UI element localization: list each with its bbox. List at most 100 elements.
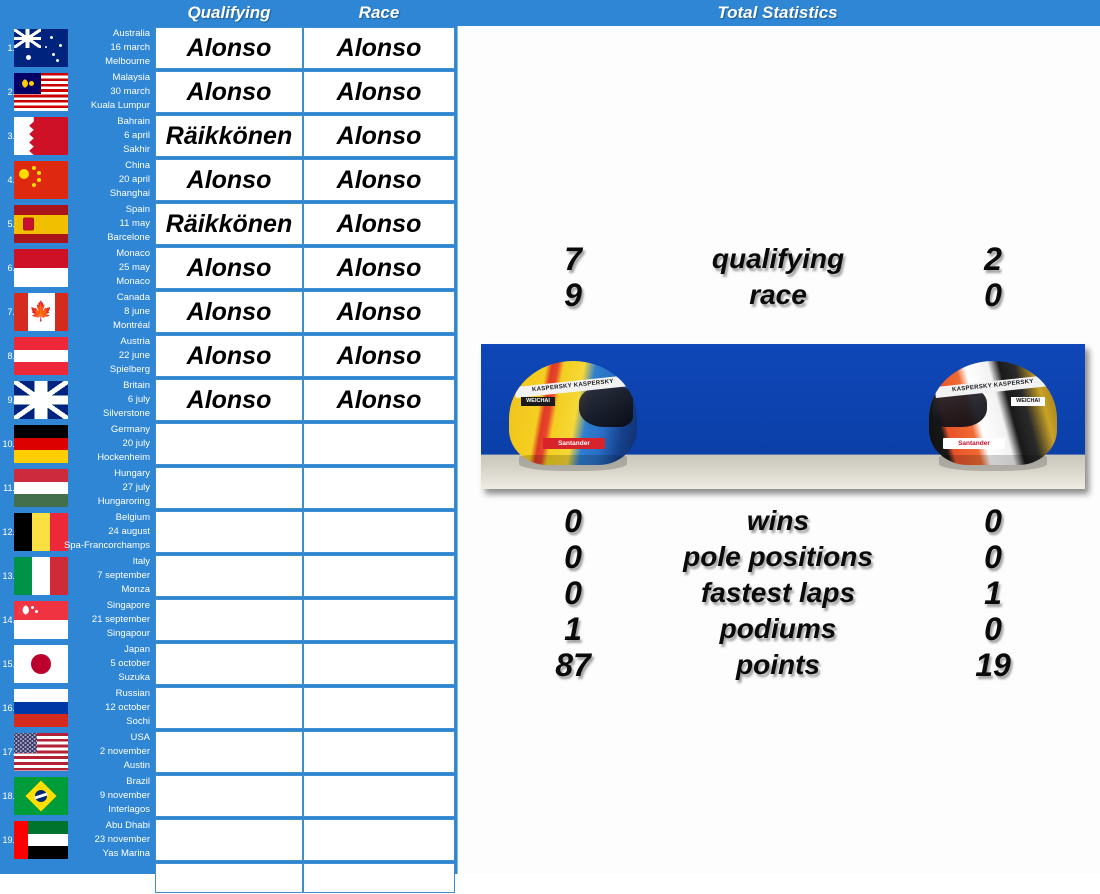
- gp-date: 22 june: [118, 350, 150, 361]
- raikkonen-value: 0: [984, 611, 1002, 647]
- qualifying-result[interactable]: Alonso: [155, 159, 303, 201]
- stat-label: points: [736, 649, 820, 680]
- gp-circuit: Sochi: [126, 716, 150, 727]
- flag-brazil: [14, 777, 68, 815]
- country-flag: [14, 733, 68, 771]
- race-result[interactable]: [303, 731, 455, 773]
- qualifying-result[interactable]: [155, 555, 303, 597]
- gp-country: Canada: [116, 292, 150, 303]
- race-result[interactable]: [303, 819, 455, 861]
- qualifying-result[interactable]: Alonso: [155, 27, 303, 69]
- gp-date: 30 march: [110, 86, 150, 97]
- qualifying-result[interactable]: Alonso: [155, 247, 303, 289]
- race-result[interactable]: Alonso: [303, 115, 455, 157]
- qualifying-result[interactable]: [155, 863, 303, 893]
- race-result[interactable]: [303, 423, 455, 465]
- table-row[interactable]: 19. Abu Dhabi 23 november Yas Marina: [0, 818, 457, 862]
- race-result[interactable]: [303, 687, 455, 729]
- race-result[interactable]: Alonso: [303, 247, 455, 289]
- country-flag: [14, 513, 68, 551]
- grand-prix-info: Brazil 9 november Interlagos: [70, 774, 152, 818]
- table-row[interactable]: 1. Australia 16 march Melbourne Alonso Alonso: [0, 26, 457, 70]
- table-row[interactable]: 18. Brazil 9 november Interlagos: [0, 774, 457, 818]
- qualifying-result[interactable]: [155, 775, 303, 817]
- union-jack-canton: [14, 29, 41, 48]
- gp-circuit: Sakhir: [123, 144, 150, 155]
- race-result[interactable]: [303, 511, 455, 553]
- table-row[interactable]: 5. Spain 11 may Barcelone Räikkönen Alonso: [0, 202, 457, 246]
- gp-country: Germany: [110, 424, 150, 435]
- qualifying-result[interactable]: [155, 467, 303, 509]
- table-row[interactable]: 9. Britain 6 july Silverstone Alonso Alonso: [0, 378, 457, 422]
- qualifying-result[interactable]: [155, 423, 303, 465]
- qualifying-result[interactable]: Räikkönen: [155, 115, 303, 157]
- table-row[interactable]: 13. Italy 7 september Monza: [0, 554, 457, 598]
- table-row[interactable]: 10. Germany 20 july Hockenheim: [0, 422, 457, 466]
- race-result[interactable]: [303, 863, 455, 893]
- country-flag: [14, 337, 68, 375]
- total-stat-row: 1 podiums 0: [458, 612, 1100, 646]
- table-row[interactable]: 15. Japan 5 october Suzuka: [0, 642, 457, 686]
- race-result[interactable]: Alonso: [303, 71, 455, 113]
- race-result[interactable]: Alonso: [303, 379, 455, 421]
- gp-date: 27 july: [122, 482, 150, 493]
- qualifying-result[interactable]: Räikkönen: [155, 203, 303, 245]
- grand-prix-info: Bahrain 6 april Sakhir: [70, 114, 152, 158]
- table-row[interactable]: 4. China 20 april Shanghai Alonso Alonso: [0, 158, 457, 202]
- total-stat-row: 87 points 19: [458, 648, 1100, 682]
- qualifying-result[interactable]: [155, 687, 303, 729]
- gp-circuit: Kuala Lumpur: [90, 100, 150, 111]
- race-result[interactable]: [303, 467, 455, 509]
- qualifying-result[interactable]: [155, 819, 303, 861]
- table-row[interactable]: 12. Belgium 24 august Spa-Francorchamps: [0, 510, 457, 554]
- gp-circuit: Hungaroring: [97, 496, 150, 507]
- table-row[interactable]: 2. Malaysia 30 march Kuala Lumpur Alonso Alon…: [0, 70, 457, 114]
- qualifying-result[interactable]: [155, 643, 303, 685]
- table-row[interactable]: 16. Russian 12 october Sochi: [0, 686, 457, 730]
- alonso-helmet-chin: [519, 455, 627, 471]
- raikkonen-value: 1: [984, 575, 1002, 611]
- grand-prix-info: Britain 6 july Silverstone: [70, 378, 152, 422]
- race-result[interactable]: [303, 555, 455, 597]
- gp-country: Britain: [123, 380, 150, 391]
- table-row[interactable]: 3. Bahrain 6 april Sakhir Räikkönen Alonso: [0, 114, 457, 158]
- table-row[interactable]: 11. Hungary 27 july Hungaroring: [0, 466, 457, 510]
- column-header-race: Race: [358, 3, 400, 22]
- qualifying-result[interactable]: [155, 511, 303, 553]
- race-result[interactable]: [303, 643, 455, 685]
- race-result[interactable]: [303, 775, 455, 817]
- raikkonen-value: 19: [975, 647, 1011, 683]
- qualifying-result[interactable]: Alonso: [155, 379, 303, 421]
- flag-singapore: [14, 601, 68, 639]
- table-header-bar: Qualifying Race Total Statistics: [0, 0, 1100, 26]
- country-flag: [14, 689, 68, 727]
- qualifying-result[interactable]: Alonso: [155, 291, 303, 333]
- race-result[interactable]: Alonso: [303, 27, 455, 69]
- race-result[interactable]: Alonso: [303, 291, 455, 333]
- country-flag: 🍁: [14, 293, 68, 331]
- raikkonen-value: 0: [984, 539, 1002, 575]
- gp-circuit: Austin: [123, 760, 150, 771]
- table-row[interactable]: 17. USA 2 november Austin: [0, 730, 457, 774]
- table-row[interactable]: 7. 🍁 Canada 8 june Montréal Alonso Alonso: [0, 290, 457, 334]
- gp-date: 25 may: [118, 262, 150, 273]
- race-result[interactable]: Alonso: [303, 335, 455, 377]
- table-row[interactable]: 6. Monaco 25 may Monaco Alonso Alonso: [0, 246, 457, 290]
- table-row[interactable]: [0, 862, 457, 894]
- qualifying-result[interactable]: Alonso: [155, 71, 303, 113]
- race-result[interactable]: Alonso: [303, 203, 455, 245]
- table-row[interactable]: 8. Austria 22 june Spielberg Alonso Alonso: [0, 334, 457, 378]
- raikkonen-value: 0: [984, 503, 1002, 539]
- total-stat-row: 0 fastest laps 1: [458, 576, 1100, 610]
- race-result[interactable]: [303, 599, 455, 641]
- flag-germany: [14, 425, 68, 463]
- qualifying-result[interactable]: [155, 731, 303, 773]
- race-result[interactable]: Alonso: [303, 159, 455, 201]
- flag-malaysia: [14, 73, 68, 111]
- total-statistics-panel: 7 qualifying 2 9 race 0 KASPERSKY KASPERSKY W…: [457, 26, 1100, 874]
- qualifying-result[interactable]: [155, 599, 303, 641]
- table-row[interactable]: 14. Singapore 21 september Singapour: [0, 598, 457, 642]
- stat-label: race: [749, 279, 807, 310]
- gp-circuit: Shanghai: [109, 188, 150, 199]
- qualifying-result[interactable]: Alonso: [155, 335, 303, 377]
